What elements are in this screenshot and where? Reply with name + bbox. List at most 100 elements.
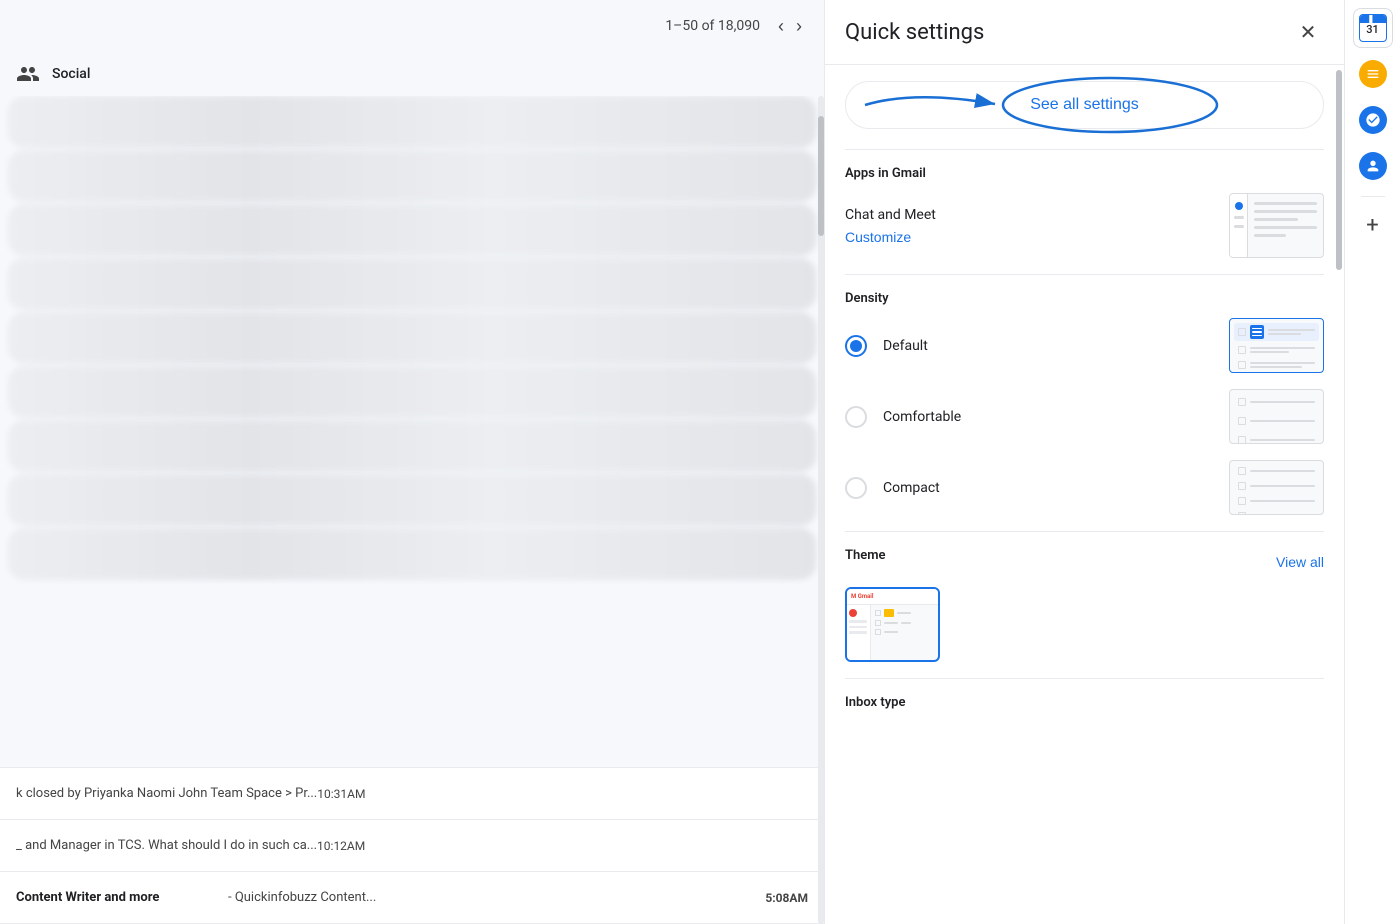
theme-content-row bbox=[875, 609, 934, 617]
dp-icon-lines bbox=[1252, 328, 1262, 337]
density-option-comfortable[interactable]: Comfortable bbox=[845, 389, 1324, 444]
theme-dash bbox=[897, 612, 911, 614]
apps-in-gmail-title: Apps in Gmail bbox=[845, 166, 1324, 181]
arrow-annotation bbox=[855, 80, 1055, 130]
radio-default[interactable] bbox=[845, 335, 867, 357]
dp-checkbox bbox=[1238, 436, 1246, 444]
theme-sidebar-dot bbox=[849, 609, 857, 617]
dp-lines bbox=[1250, 500, 1315, 502]
radio-comfortable[interactable] bbox=[845, 406, 867, 428]
theme-content-row bbox=[875, 629, 934, 635]
cal-day: 31 bbox=[1366, 23, 1379, 36]
chat-meet-preview bbox=[1229, 193, 1324, 258]
social-row[interactable]: Social bbox=[0, 52, 824, 96]
content-line bbox=[1254, 218, 1298, 221]
inbox-type-section: Inbox type bbox=[845, 678, 1324, 730]
dp-icon bbox=[1250, 325, 1264, 339]
density-title: Density bbox=[845, 291, 1324, 306]
email-sender-bold: Content Writer and more bbox=[16, 890, 216, 905]
blurred-row bbox=[8, 150, 816, 202]
density-option-default[interactable]: Default bbox=[845, 318, 1324, 373]
preview-content bbox=[1248, 194, 1323, 257]
density-option-compact[interactable]: Compact bbox=[845, 460, 1324, 515]
theme-edit-icon bbox=[884, 609, 894, 617]
dp-row bbox=[1234, 323, 1319, 341]
email-subject: - Quickinfobuzz Content... bbox=[228, 890, 753, 905]
density-left: Compact bbox=[845, 477, 940, 499]
preview-sidebar bbox=[1230, 194, 1248, 257]
email-item[interactable]: k closed by Priyanka Naomi John Team Spa… bbox=[0, 768, 824, 820]
apps-in-gmail-section: Apps in Gmail Chat and Meet Customize bbox=[845, 149, 1324, 274]
dp-icon-line bbox=[1252, 335, 1262, 337]
customize-button[interactable]: Customize bbox=[845, 229, 936, 245]
dp-checkbox bbox=[1238, 346, 1246, 354]
quick-settings-scrollbar[interactable] bbox=[1336, 60, 1342, 924]
email-item[interactable]: _ and Manager in TCS. What should I do i… bbox=[0, 820, 824, 872]
dp-row bbox=[1234, 465, 1319, 477]
dp-lines bbox=[1250, 439, 1315, 441]
email-sender: k closed by Priyanka Naomi John Team Spa… bbox=[16, 786, 317, 801]
dp-line bbox=[1250, 366, 1302, 368]
keep-icon-button[interactable] bbox=[1353, 100, 1393, 140]
theme-sidebar-line bbox=[849, 631, 867, 634]
blurred-rows bbox=[0, 96, 824, 580]
dp-icon-line bbox=[1252, 331, 1262, 333]
radio-inner bbox=[850, 340, 862, 352]
dp-line bbox=[1268, 329, 1315, 331]
email-list bbox=[0, 96, 824, 767]
dp-row bbox=[1234, 413, 1319, 429]
dp-line bbox=[1250, 470, 1315, 472]
right-divider bbox=[1361, 196, 1385, 197]
dp-line bbox=[1250, 500, 1315, 502]
email-time: 10:31AM bbox=[317, 787, 365, 801]
blurred-row bbox=[8, 474, 816, 526]
dp-checkbox bbox=[1238, 467, 1246, 475]
blurred-row bbox=[8, 96, 816, 148]
pagination-info: 1–50 of 18,090 bbox=[665, 18, 760, 34]
theme-section: Theme View all M Gmail bbox=[845, 531, 1324, 678]
dp-row bbox=[1234, 480, 1319, 492]
dp-row bbox=[1234, 359, 1319, 371]
radio-compact[interactable] bbox=[845, 477, 867, 499]
theme-sidebar-line bbox=[849, 620, 867, 623]
right-icon-bar: ▌ 31 + bbox=[1344, 0, 1400, 924]
view-all-button[interactable]: View all bbox=[1276, 554, 1324, 570]
email-item[interactable]: Content Writer and more - Quickinfobuzz … bbox=[0, 872, 824, 924]
email-time: 10:12AM bbox=[317, 839, 365, 853]
dp-line bbox=[1250, 439, 1315, 441]
prev-page-button[interactable]: ‹ bbox=[772, 10, 790, 43]
theme-header: Theme View all bbox=[845, 548, 1324, 575]
tasks-icon bbox=[1359, 60, 1387, 88]
dp-line bbox=[1250, 485, 1315, 487]
contacts-icon bbox=[1359, 152, 1387, 180]
dp-checkbox bbox=[1238, 328, 1246, 336]
theme-dash bbox=[884, 631, 898, 633]
theme-title: Theme bbox=[845, 548, 886, 563]
density-section: Density Default bbox=[845, 274, 1324, 531]
contacts-icon-button[interactable] bbox=[1353, 146, 1393, 186]
dp-line bbox=[1250, 401, 1315, 403]
blurred-row bbox=[8, 312, 816, 364]
theme-sidebar bbox=[847, 605, 871, 660]
theme-dash bbox=[884, 622, 898, 624]
dp-checkbox bbox=[1238, 398, 1246, 406]
blurred-row bbox=[8, 204, 816, 256]
dp-checkbox bbox=[1238, 497, 1246, 505]
dp-line bbox=[1268, 333, 1301, 335]
next-page-button[interactable]: › bbox=[790, 10, 808, 43]
content-line bbox=[1254, 226, 1317, 229]
sidebar-line bbox=[1234, 216, 1244, 219]
dp-row bbox=[1234, 394, 1319, 410]
blurred-row bbox=[8, 258, 816, 310]
quick-settings-title: Quick settings bbox=[845, 20, 984, 45]
keep-icon bbox=[1359, 106, 1387, 134]
dp-lines bbox=[1250, 485, 1315, 487]
tasks-icon-button[interactable] bbox=[1353, 54, 1393, 94]
social-icon bbox=[16, 62, 40, 86]
dp-checkbox bbox=[1238, 482, 1246, 490]
inbox-type-title: Inbox type bbox=[845, 695, 1324, 710]
add-button[interactable]: + bbox=[1353, 205, 1393, 245]
close-button[interactable]: ✕ bbox=[1292, 16, 1324, 48]
calendar-icon-button[interactable]: ▌ 31 bbox=[1353, 8, 1393, 48]
theme-preview[interactable]: M Gmail bbox=[845, 587, 940, 662]
